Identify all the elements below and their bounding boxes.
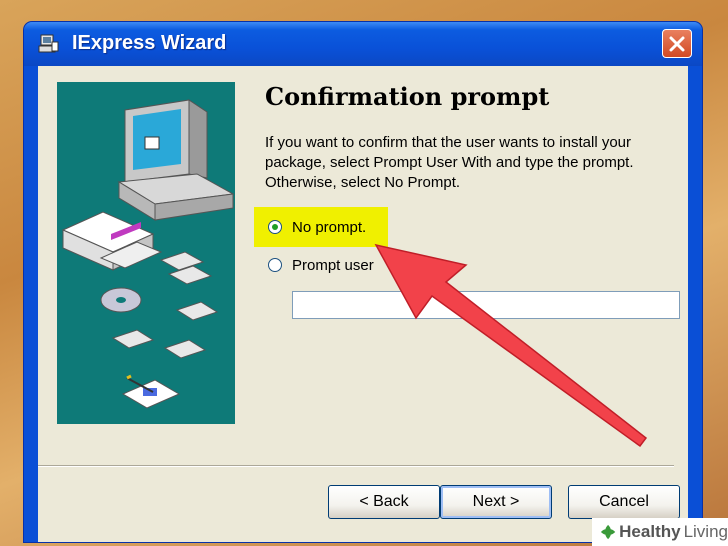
radio-prompt-user-label[interactable]: Prompt user: [292, 257, 374, 274]
wizard-client-area: Confirmation prompt If you want to confi…: [38, 66, 688, 542]
back-button[interactable]: < Back: [328, 485, 440, 519]
cancel-button[interactable]: Cancel: [568, 485, 680, 519]
watermark-brand-light: Living: [683, 522, 728, 541]
iexpress-app-icon: [38, 34, 59, 53]
iexpress-wizard-window: IExpress Wizard Confirmation prompt If y…: [24, 22, 702, 542]
radio-prompt-user[interactable]: [268, 258, 282, 272]
radio-no-prompt[interactable]: [268, 220, 282, 234]
leaf-cross-icon: [600, 524, 616, 540]
window-title: IExpress Wizard: [72, 32, 227, 54]
healthy-living-watermark: Healthy Living: [592, 518, 728, 546]
prompt-text-field[interactable]: [292, 291, 680, 319]
title-bar[interactable]: IExpress Wizard: [24, 22, 702, 66]
radio-selected-dot: [272, 224, 278, 230]
next-button[interactable]: Next >: [440, 485, 552, 519]
button-divider: [38, 465, 674, 467]
page-description: If you want to confirm that the user wan…: [265, 134, 634, 191]
radio-no-prompt-label[interactable]: No prompt.: [292, 219, 366, 236]
wizard-illustration: [57, 82, 235, 424]
page-heading: Confirmation prompt: [265, 82, 550, 111]
close-button[interactable]: [662, 29, 692, 58]
watermark-brand-bold: Healthy: [619, 522, 681, 541]
close-icon: [669, 36, 685, 52]
